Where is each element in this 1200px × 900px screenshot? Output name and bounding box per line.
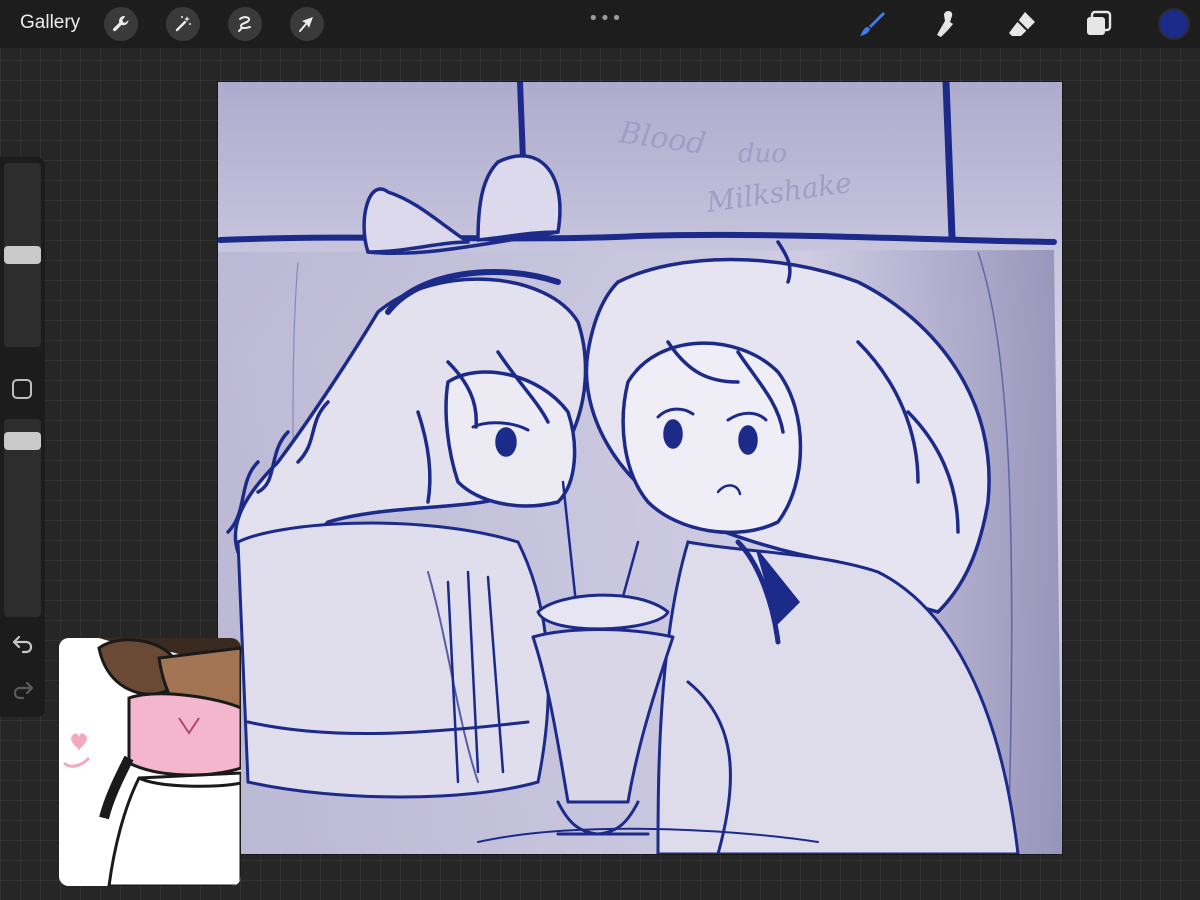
brush-icon (860, 12, 885, 36)
artwork-illustration: Blood duo Milkshake (218, 82, 1062, 854)
more-options-dots[interactable]: ••• (588, 8, 623, 29)
brush-size-thumb[interactable] (4, 246, 41, 264)
eraser-button[interactable] (1006, 8, 1038, 40)
scribble-text-2: duo (738, 139, 787, 169)
transform-button[interactable] (290, 7, 324, 41)
smudge-icon (937, 11, 953, 37)
opacity-thumb[interactable] (4, 431, 41, 450)
color-picker-button[interactable] (1158, 8, 1190, 40)
modify-square-icon[interactable] (12, 379, 32, 399)
actions-button[interactable] (104, 7, 138, 41)
drawing-canvas[interactable]: Blood duo Milkshake (218, 82, 1062, 854)
top-toolbar: Gallery ••• (0, 0, 1200, 48)
smudge-button[interactable] (929, 8, 961, 40)
magic-wand-icon (175, 16, 191, 32)
gallery-button[interactable]: Gallery (20, 12, 80, 34)
eraser-icon (1009, 12, 1035, 36)
brush-button[interactable] (856, 8, 888, 40)
selection-button[interactable] (228, 7, 262, 41)
layers-button[interactable] (1083, 8, 1115, 40)
wrench-icon (113, 16, 129, 32)
reference-image (59, 638, 241, 886)
transform-arrow-icon (299, 17, 313, 32)
undo-icon[interactable] (10, 631, 36, 657)
layers-icon (1087, 10, 1112, 35)
reference-window[interactable] (59, 638, 241, 886)
redo-icon[interactable] (10, 677, 36, 703)
left-sidebar (0, 157, 45, 717)
adjustments-button[interactable] (166, 7, 200, 41)
selection-icon (238, 16, 251, 32)
